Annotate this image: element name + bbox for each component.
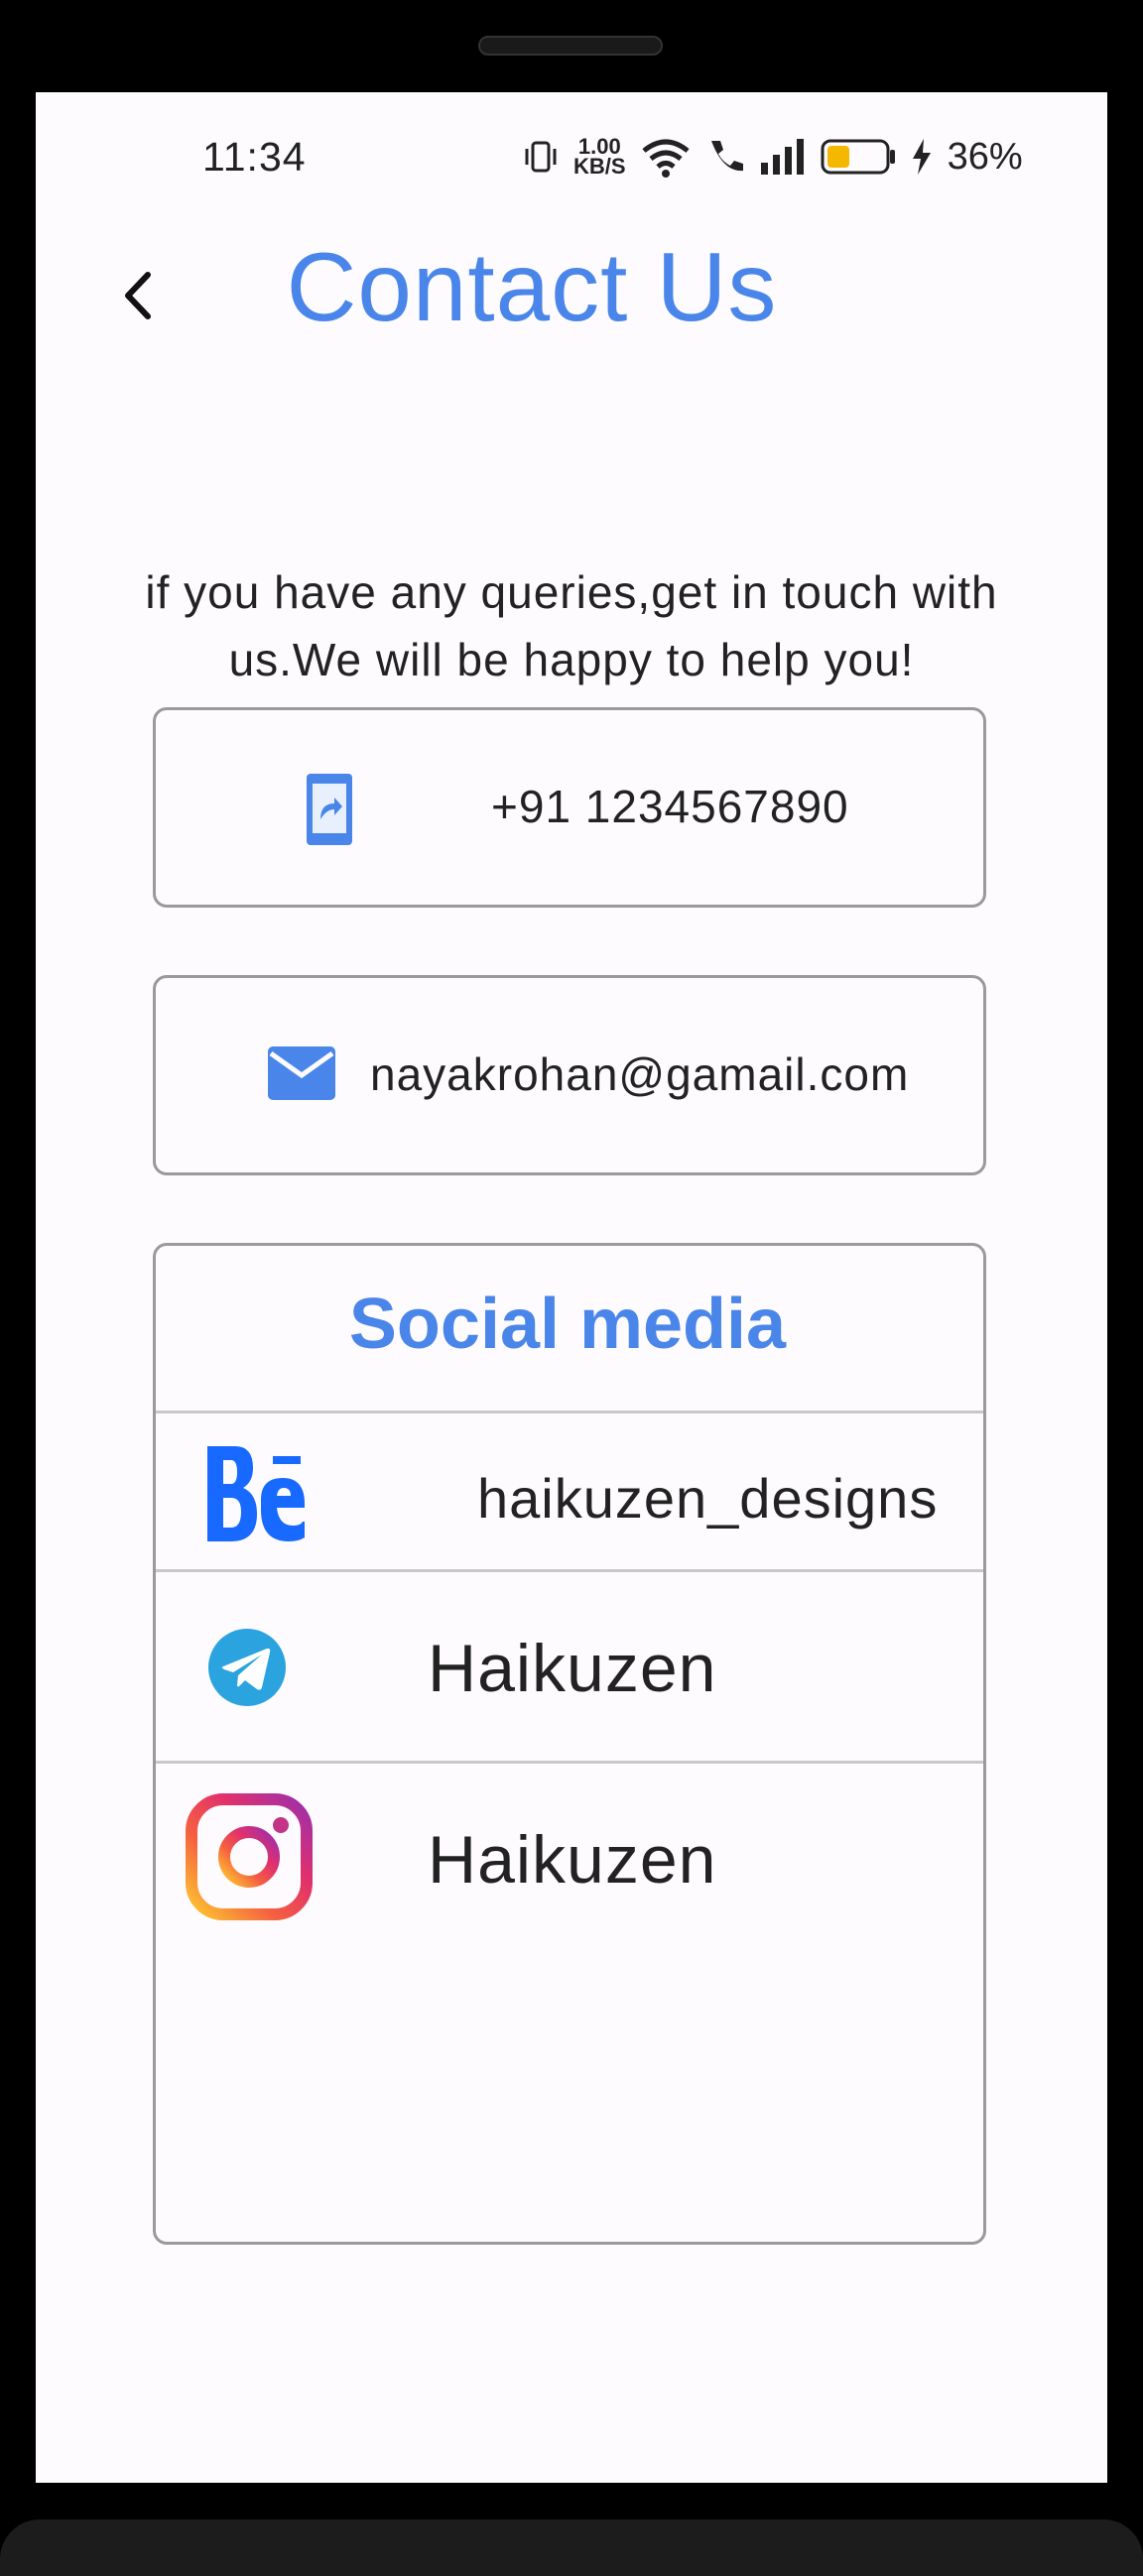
- social-item-label: Haikuzen: [428, 1631, 717, 1706]
- phone-number[interactable]: +91 1234567890: [491, 780, 849, 833]
- intro-text: if you have any queries,get in touch wit…: [145, 566, 998, 685]
- phone-forward-icon: [307, 774, 352, 845]
- wifi-calling-icon: [710, 141, 743, 172]
- social-item-label: Haikuzen: [428, 1822, 717, 1898]
- social-item-label: haikuzen_designs: [477, 1467, 939, 1530]
- battery-icon: [821, 139, 895, 175]
- status-time: 11:34: [202, 134, 307, 180]
- email-card[interactable]: nayakrohan@gamail.com: [153, 975, 986, 1175]
- phone-frame: 11:34 1.00 KB/S 36% Contact Us if you ha…: [0, 0, 1143, 2576]
- network-speed-unit: KB/S: [573, 154, 626, 179]
- email-address[interactable]: nayakrohan@gamail.com: [370, 1047, 909, 1101]
- instagram-icon: [186, 1793, 313, 1920]
- mail-icon: [268, 1046, 335, 1100]
- social-media-title: Social media: [348, 1285, 787, 1364]
- social-item-behance[interactable]: haikuzen_designs: [156, 1416, 983, 1569]
- device-bottom-bezel: [0, 2519, 1143, 2576]
- charging-icon: [912, 139, 931, 175]
- divider: [156, 1411, 983, 1413]
- social-media-card: Social media haikuzen_designs Haikuzen H…: [153, 1243, 986, 2245]
- battery-percent: 36%: [947, 135, 1023, 178]
- network-speed: 1.00 KB/S: [573, 136, 626, 179]
- wifi-icon: [641, 139, 690, 178]
- telegram-icon: [208, 1629, 286, 1706]
- app-screen: 11:34 1.00 KB/S 36% Contact Us if you ha…: [36, 92, 1107, 2483]
- vibrate-icon: [525, 141, 557, 173]
- earpiece-speaker: [478, 36, 663, 56]
- status-icons: 1.00 KB/S 36%: [522, 132, 1023, 182]
- page-title: Contact Us: [286, 232, 778, 341]
- social-item-instagram[interactable]: Haikuzen: [156, 1764, 983, 1952]
- behance-icon: [207, 1446, 305, 1541]
- signal-icon: [760, 139, 804, 175]
- phone-card[interactable]: +91 1234567890: [153, 707, 986, 908]
- social-item-telegram[interactable]: Haikuzen: [156, 1572, 983, 1761]
